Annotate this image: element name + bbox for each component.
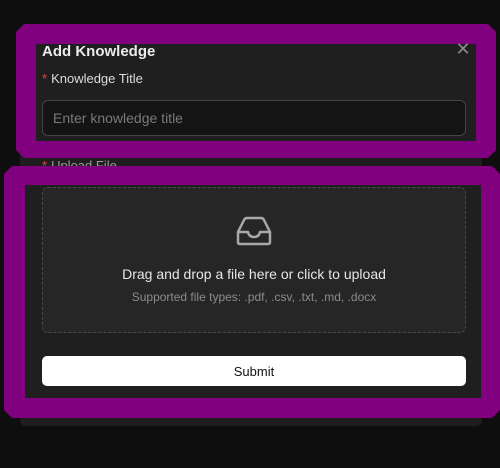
- required-mark: *: [42, 158, 48, 166]
- dialog-title: Add Knowledge: [42, 43, 156, 60]
- close-icon[interactable]: ✕: [454, 40, 472, 58]
- add-knowledge-screen: Add Knowledge ✕ *Knowledge Title *Upload…: [0, 0, 500, 468]
- file-dropzone[interactable]: Drag and drop a file here or click to up…: [42, 187, 466, 333]
- upload-file-label: * Upload File: [42, 158, 117, 166]
- submit-button[interactable]: Submit: [42, 356, 466, 386]
- upload-file-label-text: Upload File: [51, 158, 117, 166]
- knowledge-title-input[interactable]: [42, 100, 466, 136]
- knowledge-title-label-text: Knowledge Title: [51, 71, 143, 86]
- inbox-icon: [236, 216, 272, 246]
- dropzone-hint: Supported file types: .pdf, .csv, .txt, …: [131, 290, 377, 304]
- required-mark: *: [42, 71, 48, 86]
- knowledge-title-label: * Knowledge Title: [42, 71, 143, 87]
- dropzone-prompt: Drag and drop a file here or click to up…: [122, 266, 386, 282]
